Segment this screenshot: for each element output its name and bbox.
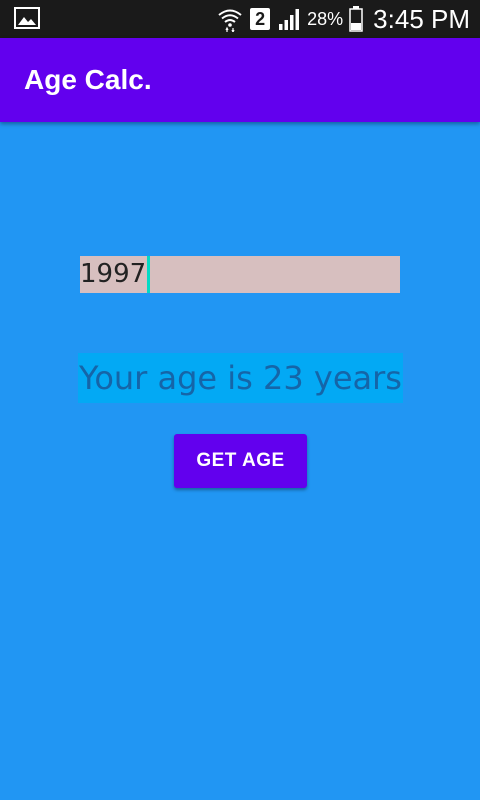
status-bar: 2 28% 3:45 PM: [0, 0, 480, 38]
year-input-value[interactable]: 1997: [80, 256, 146, 293]
battery-percent: 28%: [307, 9, 344, 29]
year-input[interactable]: 1997: [80, 256, 400, 293]
status-indicators: 2 28% 3:45 PM: [217, 0, 470, 38]
sim-icon: 2: [249, 7, 271, 31]
app-screen: 2 28% 3:45 PM Age Calc. 1997 Your age is…: [0, 0, 480, 800]
app-bar: Age Calc.: [0, 38, 480, 122]
battery-icon: [349, 6, 363, 32]
wifi-icon: [217, 6, 243, 32]
sim-number: 2: [255, 9, 266, 29]
app-title: Age Calc.: [24, 64, 152, 95]
image-icon: [14, 7, 40, 29]
age-result-text: Your age is 23 years: [78, 353, 403, 403]
text-cursor: [147, 256, 151, 293]
signal-icon: [277, 7, 301, 31]
clock: 3:45 PM: [373, 4, 470, 34]
get-age-button[interactable]: GET AGE: [174, 434, 307, 488]
